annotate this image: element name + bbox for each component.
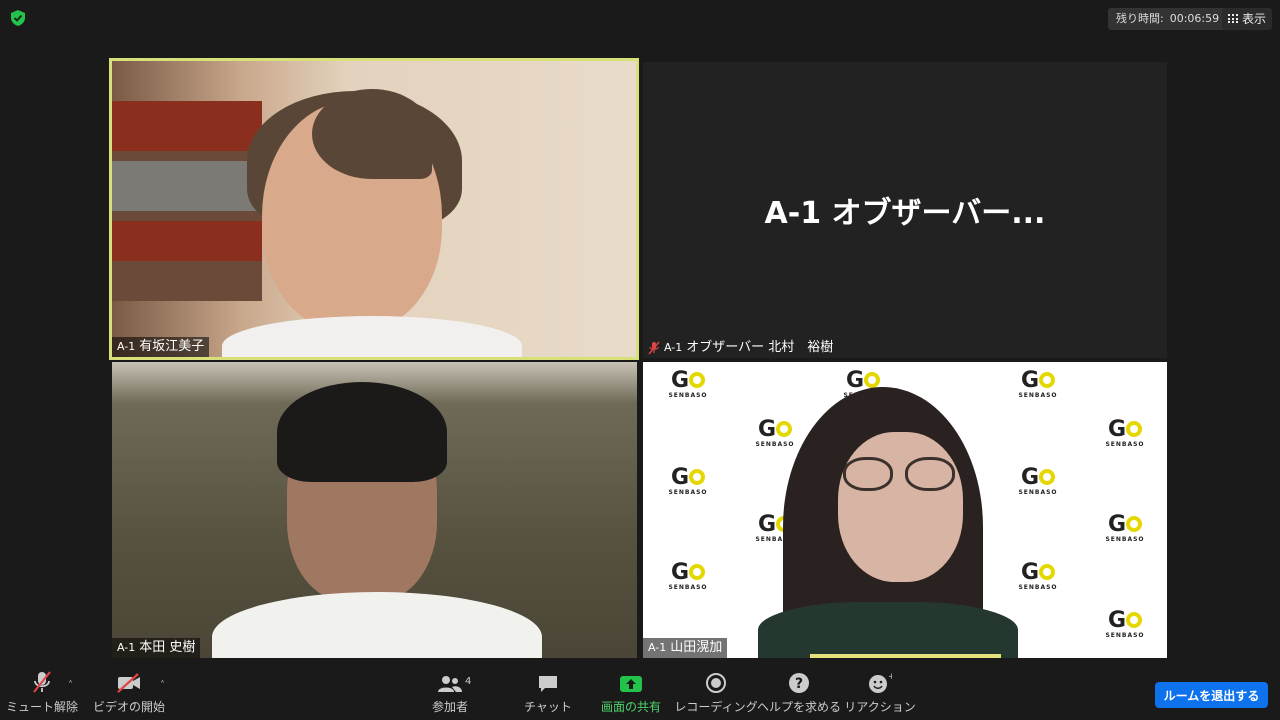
share-screen-label: 画面の共有 [600,700,661,714]
chat-icon [539,676,557,692]
shield-icon[interactable] [10,10,26,26]
remaining-time-label: 残り時間: [1116,12,1164,25]
start-video-label: ビデオの開始 [93,700,166,714]
video-tile-1[interactable]: A-1 有坂江美子 [109,58,639,360]
record-icon [706,673,726,693]
sponsor-logo: GSENBASO [668,368,708,400]
top-bar: 残り時間: 00:06:59 表示 [0,0,1280,38]
sponsor-logo: GSENBASO [1018,560,1058,592]
leave-room-button[interactable]: ルームを退出する [1155,682,1268,708]
participant-name-label: A-1 有坂江美子 [112,337,210,357]
view-button[interactable]: 表示 [1222,8,1273,30]
share-screen-button[interactable]: 画面の共有 [596,664,666,720]
group-tag: A-1 [117,641,136,654]
participant-name: 山田滉加 [670,640,723,655]
grid-icon [1228,14,1238,24]
start-video-button[interactable]: ビデオの開始 [93,664,166,720]
sponsor-logo: GSENBASO [668,560,708,592]
meeting-toolbar: ミュート解除 ˄ ビデオの開始 ˄ 参加者 4 チャット 画面の共有 レコーディ… [0,664,1280,720]
svg-text:?: ? [795,676,803,692]
video-off-icon [117,673,140,693]
reactions-label: リアクション [844,700,916,714]
caret-up-icon[interactable]: ˄ [160,680,165,691]
record-button[interactable]: レコーディング [674,664,758,720]
participant-name-label: A-1 本田 史樹 [112,638,201,658]
sponsor-logo: GSENBASO [668,465,708,497]
sponsor-logo: GSENBASO [1105,417,1145,449]
record-label: レコーディング [674,700,758,714]
video-tile-3[interactable]: A-1 本田 史樹 [112,362,637,658]
sponsor-logo: GSENBASO [1018,368,1058,400]
participant-name-label: A-1 オブザーバー 北村 裕樹 [643,338,838,358]
active-speaker-indicator [810,654,1001,658]
caret-up-icon[interactable]: ˄ [68,680,73,691]
reactions-button[interactable]: + リアクション [844,664,915,720]
video-tile-2[interactable]: A-1 オブザーバー... A-1 オブザーバー 北村 裕樹 [643,62,1167,358]
participant-display-name: A-1 オブザーバー... [764,196,1046,231]
participants-count: 4 [465,676,472,687]
group-tag: A-1 [117,340,136,353]
share-screen-icon [620,676,642,692]
remaining-time: 残り時間: 00:06:59 [1108,8,1228,30]
participants-button[interactable]: 参加者 [425,664,475,720]
help-icon: ? [789,673,809,693]
participant-name: オブザーバー 北村 裕樹 [686,340,834,355]
remaining-time-value: 00:06:59 [1169,12,1220,25]
sponsor-logo: GSENBASO [1105,608,1145,640]
chat-button[interactable]: チャット [522,664,574,720]
ask-for-help-button[interactable]: ? ヘルプを求める [757,664,842,720]
sponsor-logo: GSENBASO [1105,512,1145,544]
sponsor-logo: GSENBASO [755,417,795,449]
view-button-label: 表示 [1242,12,1267,26]
participant-name: 本田 史樹 [139,640,196,655]
svg-text:+: + [888,672,892,682]
unmute-button[interactable]: ミュート解除 [6,664,79,720]
mic-muted-icon [648,341,660,355]
ask-for-help-label: ヘルプを求める [757,700,842,714]
group-tag: A-1 [664,341,683,354]
sponsor-logo: GSENBASO [1018,465,1058,497]
group-tag: A-1 [648,641,667,654]
chat-label: チャット [524,700,572,714]
unmute-label: ミュート解除 [6,700,79,714]
participant-name-label: A-1 山田滉加 [643,638,728,658]
participant-name: 有坂江美子 [139,339,205,354]
participants-icon [438,676,462,692]
participants-label: 参加者 [431,700,468,714]
video-tile-4[interactable]: GSENBASO GSENBASO GSENBASO GSENBASO GSEN… [643,362,1167,658]
mic-muted-icon [33,671,51,693]
reaction-icon: + [869,672,892,693]
